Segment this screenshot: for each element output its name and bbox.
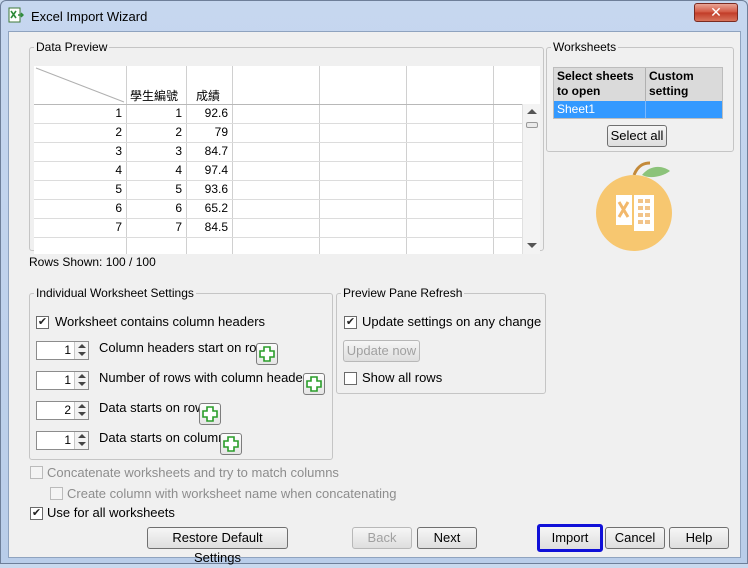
- scroll-thumb[interactable]: [526, 122, 538, 128]
- data-row-label: Data starts on row: [99, 400, 205, 415]
- headers-start-stepper[interactable]: 1: [36, 341, 89, 360]
- sheet-row[interactable]: Sheet1: [554, 101, 722, 118]
- select-all-button[interactable]: Select all: [607, 125, 667, 147]
- header-rows-label: Number of rows with column headers: [99, 370, 314, 385]
- excel-import-icon: [8, 7, 24, 23]
- next-button[interactable]: Next: [417, 527, 477, 549]
- contains-headers-label: Worksheet contains column headers: [55, 314, 266, 329]
- close-button[interactable]: ✕: [694, 3, 738, 22]
- stepper-arrows-icon[interactable]: [74, 432, 88, 449]
- data-preview-legend: Data Preview: [36, 40, 108, 54]
- worksheets-table: Select sheets to open Custom setting She…: [553, 67, 723, 119]
- corner-header: [35, 67, 125, 103]
- individual-settings-group: Individual Worksheet Settings ✔ Workshee…: [29, 286, 333, 460]
- use-all-worksheets-checkbox[interactable]: ✔: [30, 507, 43, 520]
- scroll-up-icon[interactable]: [527, 109, 537, 114]
- import-button[interactable]: Import: [537, 524, 603, 552]
- worksheets-group: Worksheets Select sheets to open Custom …: [546, 40, 734, 152]
- update-now-button[interactable]: Update now: [343, 340, 420, 362]
- select-sheets-header: Select sheets to open: [557, 69, 634, 98]
- stepper-arrows-icon[interactable]: [74, 402, 88, 419]
- preview-refresh-group: Preview Pane Refresh ✔ Update settings o…: [336, 286, 546, 394]
- show-all-rows-label: Show all rows: [362, 370, 443, 385]
- update-any-change-label: Update settings on any change: [362, 314, 542, 329]
- back-button[interactable]: Back: [352, 527, 412, 549]
- import-wizard-window: Excel Import Wizard ✕ Data Preview 學生編號 …: [0, 0, 748, 565]
- sheet-name: Sheet1: [557, 102, 596, 116]
- headers-start-label: Column headers start on row: [99, 340, 266, 355]
- data-col-stepper[interactable]: 1: [36, 431, 89, 450]
- plus-icon: [223, 436, 239, 452]
- use-all-worksheets-label: Use for all worksheets: [47, 505, 175, 520]
- stepper-arrows-icon[interactable]: [74, 342, 88, 359]
- window-title: Excel Import Wizard: [31, 9, 148, 24]
- restore-defaults-button[interactable]: Restore Default Settings: [147, 527, 288, 565]
- data-row-stepper[interactable]: 2: [36, 401, 89, 420]
- show-all-rows-checkbox[interactable]: [344, 372, 357, 385]
- data-preview-grid[interactable]: 學生編號 成績 1 1 92.6 2 2 79 3 3 84.7 4 4 97.…: [34, 66, 540, 254]
- close-icon: ✕: [710, 4, 722, 20]
- column-header-score[interactable]: 成績: [196, 87, 220, 104]
- stepper-arrows-icon[interactable]: [74, 372, 88, 389]
- create-column-label: Create column with worksheet name when c…: [67, 486, 397, 501]
- individual-settings-legend: Individual Worksheet Settings: [36, 286, 194, 300]
- data-col-plus-button[interactable]: [220, 433, 242, 455]
- cancel-button[interactable]: Cancel: [605, 527, 665, 549]
- plus-icon: [306, 376, 322, 392]
- help-button[interactable]: Help: [669, 527, 729, 549]
- preview-vertical-scrollbar[interactable]: [522, 104, 540, 254]
- excel-orange-logo: [596, 161, 672, 251]
- headers-start-plus-button[interactable]: [256, 343, 278, 365]
- header-rows-plus-button[interactable]: [303, 373, 325, 395]
- data-row-plus-button[interactable]: [199, 403, 221, 425]
- data-preview-group: Data Preview 學生編號 成績 1 1 92.6 2 2 79 3 3…: [29, 40, 544, 254]
- wizard-client-area: Data Preview 學生編號 成績 1 1 92.6 2 2 79 3 3…: [8, 31, 741, 565]
- concatenate-checkbox[interactable]: [30, 466, 43, 479]
- scroll-down-icon[interactable]: [527, 243, 537, 248]
- contains-headers-checkbox[interactable]: ✔: [36, 316, 49, 329]
- rows-shown-text: Rows Shown: 100 / 100: [29, 255, 156, 269]
- title-bar: Excel Import Wizard ✕: [1, 1, 747, 31]
- preview-refresh-legend: Preview Pane Refresh: [343, 286, 463, 300]
- column-header-student-id[interactable]: 學生編號: [130, 87, 178, 104]
- worksheets-table-header: Select sheets to open Custom setting: [554, 68, 722, 101]
- plus-icon: [259, 346, 275, 362]
- update-any-change-checkbox[interactable]: ✔: [344, 316, 357, 329]
- custom-setting-header: Custom setting: [649, 69, 694, 98]
- header-rows-stepper[interactable]: 1: [36, 371, 89, 390]
- plus-icon: [202, 406, 218, 422]
- concatenate-label: Concatenate worksheets and try to match …: [47, 465, 339, 480]
- worksheets-legend: Worksheets: [553, 40, 617, 54]
- data-col-label: Data starts on column: [99, 430, 226, 445]
- create-column-checkbox[interactable]: [50, 487, 63, 500]
